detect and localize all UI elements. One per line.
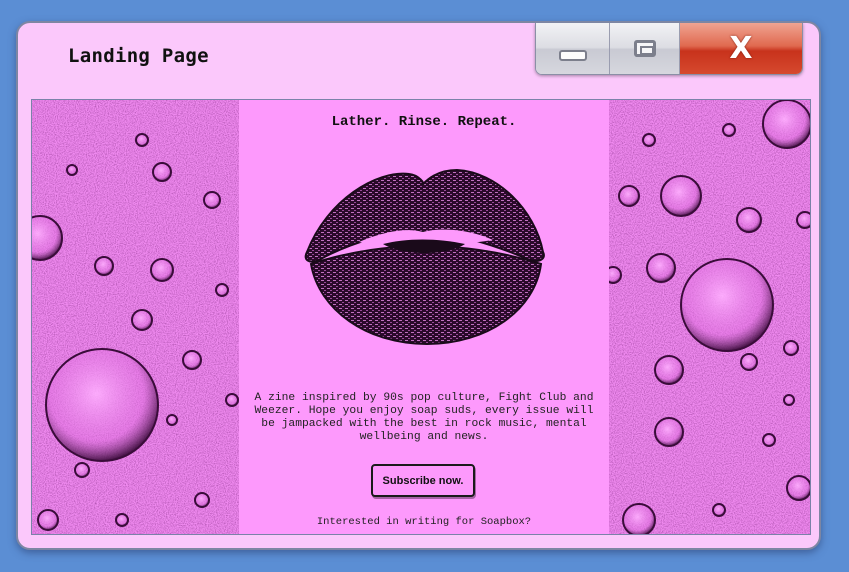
lips-image [304,168,545,346]
subscribe-button[interactable]: Subscribe now. [371,464,475,497]
headline: Lather. Rinse. Repeat. [331,114,517,130]
minimize-icon [558,50,587,61]
minimize-button[interactable] [536,23,610,74]
writing-prompt-link[interactable]: Interested in writing for Soapbox? [239,516,609,528]
bubbles-image-right [609,100,810,534]
app-window: Landing Page X Lather. Rinse. Repeat. A … [16,21,821,550]
landing-page-content[interactable]: Lather. Rinse. Repeat. A zine inspired b… [31,99,811,535]
hero-panel: Lather. Rinse. Repeat. A zine inspired b… [239,100,609,534]
window-controls: X [535,23,803,75]
maximize-icon [633,40,656,57]
window-title: Landing Page [68,45,209,67]
description: A zine inspired by 90s pop culture, Figh… [254,392,594,443]
close-icon: X [729,30,753,66]
maximize-button[interactable] [610,23,680,74]
close-button[interactable]: X [680,23,802,74]
bubbles-image-left [32,100,239,534]
